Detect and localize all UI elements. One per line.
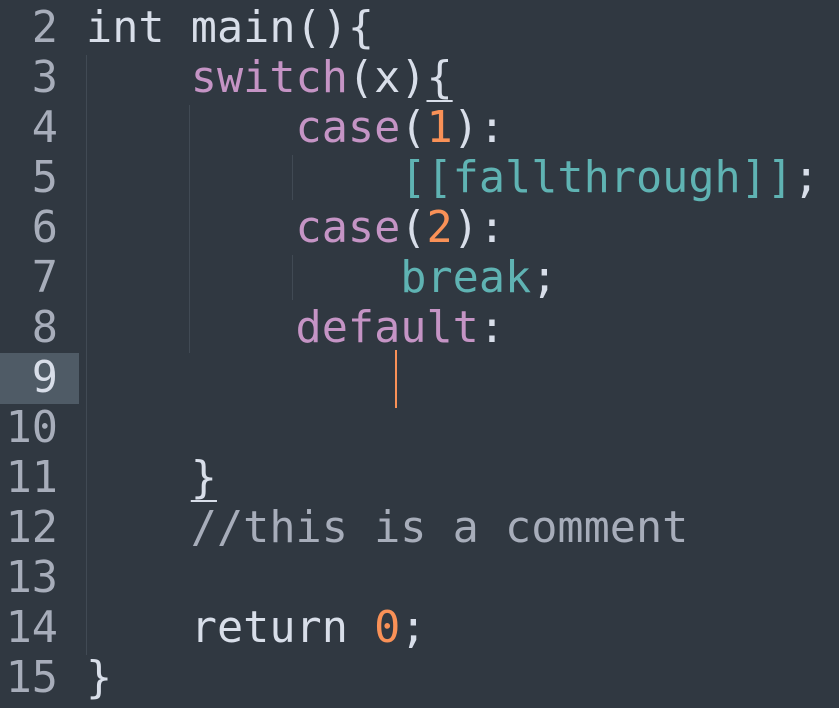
line-number: 13 <box>5 553 58 603</box>
line-number: 11 <box>5 453 58 503</box>
switch-keyword: switch <box>190 53 348 103</box>
colon: : <box>478 303 506 353</box>
line-number: 14 <box>5 603 58 653</box>
code-line-15: } <box>86 653 112 703</box>
code-line-6: case(2): <box>86 203 506 253</box>
code-line-2: int main(){ <box>86 3 374 53</box>
line-number: 2 <box>31 3 58 53</box>
active-line-number: 9 <box>31 353 58 403</box>
case-keyword: case <box>295 203 401 253</box>
semicolon: ; <box>400 603 427 653</box>
close-paren-colon: ): <box>452 103 506 153</box>
line-number-gutter: 2 3 4 5 6 7 8 9 10 11 12 13 14 15 <box>0 0 80 708</box>
matched-close-brace: } <box>190 453 217 503</box>
switch-condition: (x) <box>347 53 427 103</box>
type-keyword: int <box>86 3 165 53</box>
close-paren-colon: ): <box>452 203 506 253</box>
fallthrough-attribute: [[fallthrough]] <box>400 153 794 203</box>
line-comment: //this is a comment <box>190 503 689 553</box>
code-line-3: switch(x){ <box>86 53 453 103</box>
case-number: 2 <box>426 203 453 253</box>
semicolon: ; <box>793 153 820 203</box>
line-number: 5 <box>31 153 58 203</box>
code-editor[interactable]: 2 3 4 5 6 7 8 9 10 11 12 13 14 15 int ma… <box>0 0 839 708</box>
return-value: 0 <box>374 603 401 653</box>
closing-brace: } <box>86 653 113 703</box>
code-line-14: return 0; <box>86 603 427 653</box>
line-number: 12 <box>5 503 58 553</box>
code-line-11: } <box>86 453 217 503</box>
line-number: 8 <box>31 303 58 353</box>
return-keyword: return <box>190 603 375 653</box>
open-paren: ( <box>400 103 427 153</box>
line-number: 7 <box>31 253 58 303</box>
break-keyword: break <box>400 253 532 303</box>
code-line-8: default: <box>86 303 506 353</box>
code-line-7: break; <box>86 253 557 303</box>
open-paren: ( <box>400 203 427 253</box>
line-number: 4 <box>31 103 58 153</box>
case-number: 1 <box>426 103 453 153</box>
line-number: 15 <box>5 653 58 703</box>
code-line-12: //this is a comment <box>86 503 689 553</box>
case-keyword: case <box>295 103 401 153</box>
function-signature: main(){ <box>164 3 375 53</box>
text-cursor <box>395 350 397 408</box>
line-number: 10 <box>5 403 58 453</box>
matched-open-brace: { <box>426 53 453 103</box>
default-keyword: default <box>295 303 479 353</box>
code-line-4: case(1): <box>86 103 506 153</box>
line-number: 3 <box>31 53 58 103</box>
code-line-5: [[fallthrough]]; <box>86 153 819 203</box>
line-number: 6 <box>31 203 58 253</box>
semicolon: ; <box>531 253 558 303</box>
